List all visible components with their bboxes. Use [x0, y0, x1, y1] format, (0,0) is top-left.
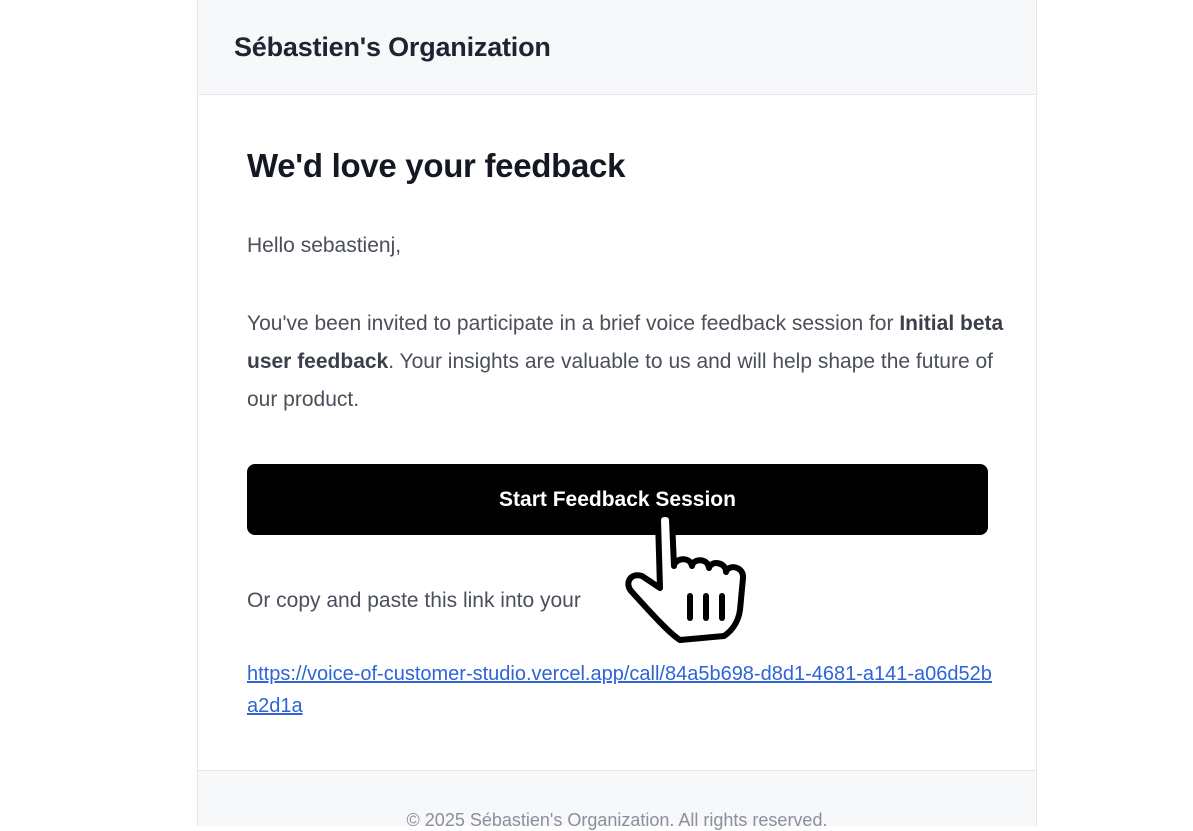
- email-footer: © 2025 Sébastien's Organization. All rig…: [198, 770, 1036, 830]
- greeting: Hello sebastienj,: [247, 234, 402, 257]
- feedback-session-link[interactable]: https://voice-of-customer-studio.vercel.…: [247, 658, 992, 722]
- organization-name: Sébastien's Organization: [234, 31, 551, 62]
- start-feedback-session-button[interactable]: Start Feedback Session: [247, 464, 988, 535]
- invitation-text-start: You've been invited to participate in a …: [247, 312, 900, 335]
- copyright-text: © 2025 Sébastien's Organization. All rig…: [406, 810, 828, 830]
- copy-link-instruction: Or copy and paste this link into your: [247, 589, 581, 612]
- email-header: Sébastien's Organization: [198, 0, 1036, 95]
- invitation-paragraph: You've been invited to participate in a …: [247, 305, 1007, 419]
- email-title: We'd love your feedback: [247, 147, 626, 184]
- email-container: Sébastien's Organization We'd love your …: [197, 0, 1037, 830]
